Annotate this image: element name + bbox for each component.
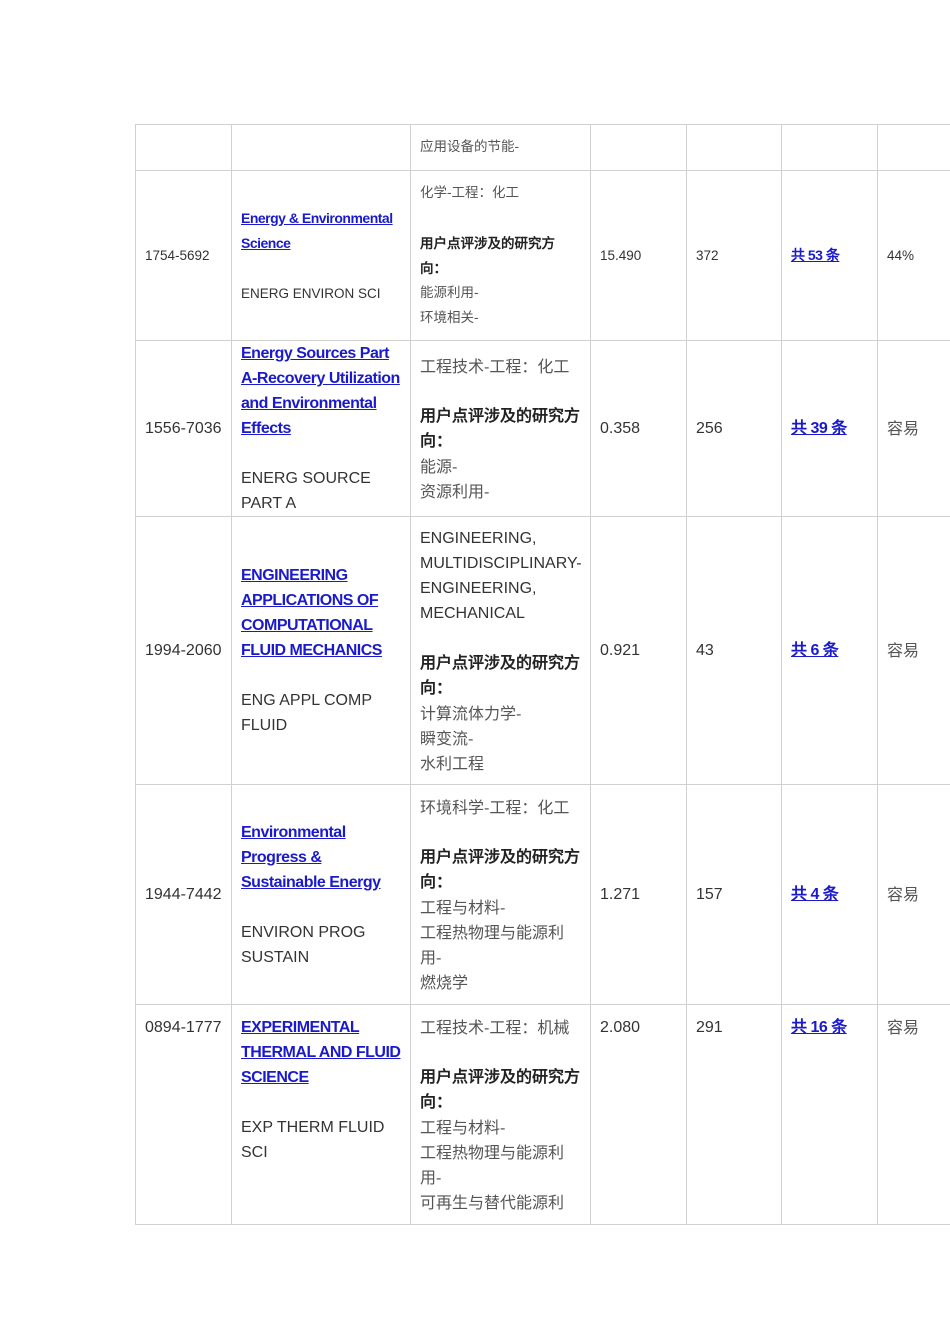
table-row: 应用设备的节能- [135, 124, 950, 171]
field-cell: 工程技术-工程：化工用户点评涉及的研究方向： 能源- 资源利用- [410, 340, 591, 517]
impact-factor: 1.271 [590, 784, 687, 1005]
table-row: 1556-7036 Energy Sources Part A-Recovery … [135, 340, 950, 517]
reviews-link[interactable]: 共 6 条 [791, 642, 839, 659]
topic: 环境相关- [420, 309, 479, 326]
topic: 燃烧学 [420, 972, 469, 992]
article-count: 157 [686, 784, 782, 1005]
topic: 工程热物理与能源利用- [420, 922, 565, 967]
journal-abbr: ENERG SOURCE PART A [241, 470, 371, 512]
journal-title-link[interactable]: ENGINEERING APPLICATIONS OF COMPUTATIONA… [241, 567, 382, 659]
reviews-cell [781, 124, 878, 171]
impact-factor: 15.490 [590, 170, 687, 341]
journal-title-link[interactable]: Energy Sources Part A-Recovery Utilizati… [241, 345, 400, 437]
acceptance-rate [877, 124, 950, 171]
topic: 资源利用- [420, 481, 490, 501]
topic: 水利工程 [420, 753, 485, 773]
issn-cell: 0894-1777 [135, 1004, 232, 1225]
acceptance-rate: 容易 [877, 1004, 950, 1225]
user-label: 用户点评涉及的研究方向： [420, 1069, 581, 1111]
topic: 能源利用- [420, 284, 479, 301]
field-cell: 应用设备的节能- [410, 124, 591, 171]
impact-factor [590, 124, 687, 171]
reviews-link[interactable]: 共 4 条 [791, 886, 839, 903]
issn: 1944-7442 [145, 886, 222, 903]
topic: 可再生与替代能源利 [420, 1193, 565, 1212]
topic: 应用设备的节能- [420, 139, 520, 155]
field-cell: ENGINEERING, MULTIDISCIPLINARY-ENGINEERI… [410, 516, 591, 785]
topic: 工程与材料- [420, 897, 506, 917]
impact-factor: 2.080 [590, 1004, 687, 1225]
acceptance-rate: 容易 [877, 784, 950, 1005]
topic: 能源- [420, 456, 458, 476]
user-label: 用户点评涉及的研究方向： [420, 654, 581, 697]
impact-factor: 0.921 [590, 516, 687, 785]
acceptance-rate: 44% [877, 170, 950, 341]
journal-abbr: ENG APPL COMP FLUID [241, 692, 372, 734]
research-field: 环境科学-工程：化工 [420, 797, 570, 817]
article-count: 43 [686, 516, 782, 785]
issn: 1556-7036 [145, 420, 222, 437]
research-field: 工程技术-工程：化工 [420, 356, 570, 376]
impact-factor: 0.358 [590, 340, 687, 517]
title-cell: Environmental Progress & Sustainable Ene… [231, 784, 411, 1005]
field-cell: 化学-工程：化工用户点评涉及的研究方向： 能源利用- 环境相关- [410, 170, 591, 341]
field-cell: 环境科学-工程：化工用户点评涉及的研究方向： 工程与材料- 工程热物理与能源利用- 燃… [410, 784, 591, 1005]
issn-cell: 1556-7036 [135, 340, 232, 517]
topic: 瞬变流- [420, 728, 474, 748]
journal-abbr: ENVIRON PROG SUSTAIN [241, 923, 366, 966]
table-row: 1754-5692 Energy & Environmental Science E… [135, 170, 950, 341]
reviews-cell: 共 53 条 [781, 170, 878, 341]
journal-table: 应用设备的节能- 1754-5692 Energy & Environmental … [135, 124, 950, 1225]
article-count: 291 [686, 1004, 782, 1225]
topic: 工程热物理与能源利用- [420, 1143, 565, 1187]
table-row: 0894-1777 EXPERIMENTAL THERMAL AND FLUID … [135, 1004, 950, 1225]
user-label: 用户点评涉及的研究方向： [420, 848, 581, 891]
issn-cell: 1994-2060 [135, 516, 232, 785]
table-row: 1944-7442 Environmental Progress & Sustai… [135, 784, 950, 1005]
research-field: 工程技术-工程：机械 [420, 1018, 570, 1037]
issn-cell: 1754-5692 [135, 170, 232, 341]
user-label: 用户点评涉及的研究方向： [420, 407, 581, 450]
research-field: 化学-工程：化工 [420, 184, 520, 201]
article-count: 372 [686, 170, 782, 341]
field-cell: 工程技术-工程：机械用户点评涉及的研究方向： 工程与材料- 工程热物理与能源利用- 可… [410, 1004, 591, 1225]
title-cell: Energy Sources Part A-Recovery Utilizati… [231, 340, 411, 517]
issn-cell [135, 124, 232, 171]
issn: 1754-5692 [145, 248, 210, 263]
reviews-link[interactable]: 共 39 条 [791, 420, 847, 437]
article-count: 256 [686, 340, 782, 517]
journal-abbr: EXP THERM FLUID SCI [241, 1119, 385, 1161]
reviews-link[interactable]: 共 16 条 [791, 1019, 847, 1036]
journal-title-link[interactable]: Energy & Environmental Science [241, 210, 393, 251]
title-cell: Energy & Environmental Science ENERG ENVI… [231, 170, 411, 341]
issn: 0894-1777 [145, 1019, 222, 1036]
reviews-cell: 共 4 条 [781, 784, 878, 1005]
topic: 计算流体力学- [420, 703, 522, 723]
topic: 工程与材料- [420, 1118, 506, 1137]
reviews-cell: 共 39 条 [781, 340, 878, 517]
reviews-cell: 共 6 条 [781, 516, 878, 785]
research-field: ENGINEERING, MULTIDISCIPLINARY-ENGINEERI… [420, 529, 582, 622]
title-cell: EXPERIMENTAL THERMAL AND FLUID SCIENCE EX… [231, 1004, 411, 1225]
title-cell [231, 124, 411, 171]
acceptance-rate: 容易 [877, 340, 950, 517]
reviews-cell: 共 16 条 [781, 1004, 878, 1225]
journal-title-link[interactable]: Environmental Progress & Sustainable Ene… [241, 824, 381, 891]
user-label: 用户点评涉及的研究方向： [420, 235, 555, 276]
acceptance-rate: 容易 [877, 516, 950, 785]
reviews-link[interactable]: 共 53 条 [791, 247, 840, 263]
table-row: 1994-2060 ENGINEERING APPLICATIONS OF COM… [135, 516, 950, 785]
journal-abbr: ENERG ENVIRON SCI [241, 285, 381, 301]
journal-title-link[interactable]: EXPERIMENTAL THERMAL AND FLUID SCIENCE [241, 1019, 401, 1086]
issn-cell: 1944-7442 [135, 784, 232, 1005]
article-count [686, 124, 782, 171]
title-cell: ENGINEERING APPLICATIONS OF COMPUTATIONA… [231, 516, 411, 785]
issn: 1994-2060 [145, 642, 222, 659]
